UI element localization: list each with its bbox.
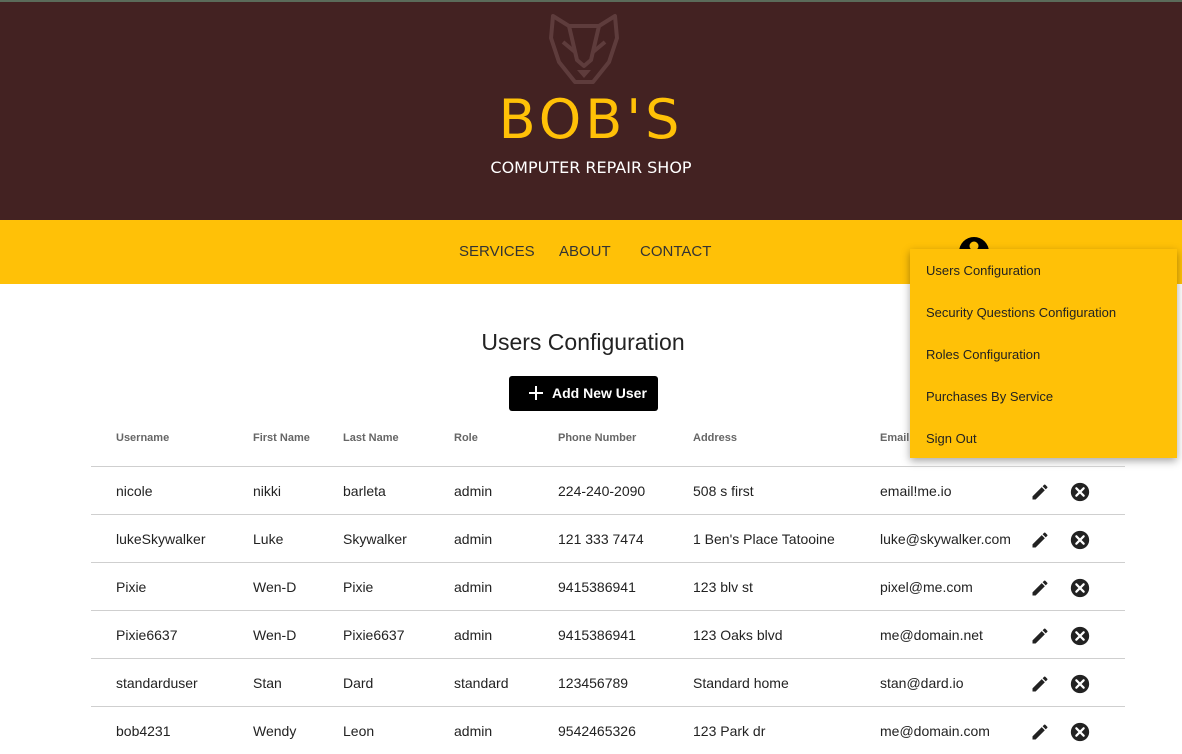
cell-address: 123 blv st (693, 579, 753, 595)
cell-last-name: Pixie (343, 579, 374, 595)
cell-address: Standard home (693, 675, 789, 691)
table-row: lukeSkywalker Luke Skywalker admin 121 333 7… (91, 514, 1125, 562)
cell-first-name: Wen-D (253, 627, 297, 643)
cell-email: stan@dard.io (880, 675, 964, 691)
cell-first-name: nikki (253, 483, 282, 499)
cell-phone-number: 224-240-2090 (558, 483, 646, 499)
plus-icon (529, 386, 543, 400)
delete-icon[interactable] (1069, 577, 1091, 599)
delete-icon[interactable] (1069, 625, 1091, 647)
cell-phone-number: 9542465326 (558, 723, 636, 739)
cell-address: 508 s first (693, 483, 754, 499)
cell-first-name: Stan (253, 675, 282, 691)
menu-item-purchases-by-service[interactable]: Purchases By Service (926, 389, 1053, 405)
menu-item-users-configuration[interactable]: Users Configuration (926, 263, 1041, 279)
column-header-first-name[interactable]: First Name (253, 432, 310, 445)
cell-phone-number: 9415386941 (558, 627, 636, 643)
cell-username: bob4231 (116, 723, 171, 739)
cell-email: luke@skywalker.com (880, 531, 1011, 547)
cell-email: pixel@me.com (880, 579, 973, 595)
cell-role: admin (454, 579, 493, 595)
cell-username: Pixie6637 (116, 627, 178, 643)
delete-icon[interactable] (1069, 529, 1091, 551)
cell-last-name: barleta (343, 483, 386, 499)
edit-icon[interactable] (1030, 578, 1050, 598)
cell-username: Pixie (116, 579, 147, 595)
column-header-username[interactable]: Username (116, 432, 169, 445)
edit-icon[interactable] (1030, 626, 1050, 646)
delete-icon[interactable] (1069, 481, 1091, 503)
cell-last-name: Dard (343, 675, 374, 691)
menu-item-security-questions-configuration[interactable]: Security Questions Configuration (926, 305, 1116, 321)
cell-email: me@domain.com (880, 723, 990, 739)
cell-address: 123 Park dr (693, 723, 766, 739)
table-row: nicole nikki barleta admin 224-240-2090 508 s… (91, 466, 1125, 514)
cell-role: admin (454, 627, 493, 643)
table-row: Pixie6637 Wen-D Pixie6637 admin 9415386941 12… (91, 610, 1125, 658)
nav-contact-link[interactable]: CONTACT (640, 243, 711, 261)
brand-name: BOB'S (498, 88, 684, 151)
nav-services-link[interactable]: SERVICES (459, 243, 535, 261)
cell-role: admin (454, 723, 493, 739)
cell-username: nicole (116, 483, 153, 499)
delete-icon[interactable] (1069, 721, 1091, 743)
cell-role: admin (454, 483, 493, 499)
cell-email: me@domain.net (880, 627, 983, 643)
table-row: Pixie Wen-D Pixie admin 9415386941 123 blv st… (91, 562, 1125, 610)
cell-phone-number: 121 333 7474 (558, 531, 644, 547)
edit-icon[interactable] (1030, 674, 1050, 694)
column-header-email[interactable]: Email (880, 432, 909, 445)
edit-icon[interactable] (1030, 722, 1050, 742)
cell-phone-number: 9415386941 (558, 579, 636, 595)
add-new-user-label: Add New User (552, 385, 647, 401)
badger-logo-icon (549, 14, 619, 84)
cell-email: email!me.io (880, 483, 952, 499)
cell-address: 123 Oaks blvd (693, 627, 783, 643)
table-row: standarduser Stan Dard standard 123456789 Sta… (91, 658, 1125, 706)
cell-last-name: Leon (343, 723, 375, 739)
add-new-user-button[interactable]: Add New User (509, 376, 658, 411)
column-header-role[interactable]: Role (454, 432, 478, 445)
column-header-address[interactable]: Address (693, 432, 737, 445)
cell-last-name: Pixie6637 (343, 627, 405, 643)
cell-address: 1 Ben's Place Tatooine (693, 531, 835, 547)
column-header-phone-number[interactable]: Phone Number (558, 432, 636, 445)
table-row: bob4231 Wendy Leon admin 9542465326 123 Park … (91, 706, 1125, 754)
delete-icon[interactable] (1069, 673, 1091, 695)
nav-about-link[interactable]: ABOUT (559, 243, 611, 261)
cell-last-name: Skywalker (343, 531, 407, 547)
brand-tagline: COMPUTER REPAIR SHOP (490, 158, 692, 177)
cell-first-name: Luke (253, 531, 284, 547)
cell-first-name: Wen-D (253, 579, 297, 595)
cell-role: standard (454, 675, 509, 691)
cell-username: standarduser (116, 675, 198, 691)
edit-icon[interactable] (1030, 530, 1050, 550)
cell-first-name: Wendy (253, 723, 297, 739)
edit-icon[interactable] (1030, 482, 1050, 502)
cell-phone-number: 123456789 (558, 675, 629, 691)
column-header-last-name[interactable]: Last Name (343, 432, 399, 445)
page-title: Users Configuration (481, 329, 685, 355)
menu-item-sign-out[interactable]: Sign Out (926, 431, 977, 447)
cell-role: admin (454, 531, 493, 547)
cell-username: lukeSkywalker (116, 531, 206, 547)
